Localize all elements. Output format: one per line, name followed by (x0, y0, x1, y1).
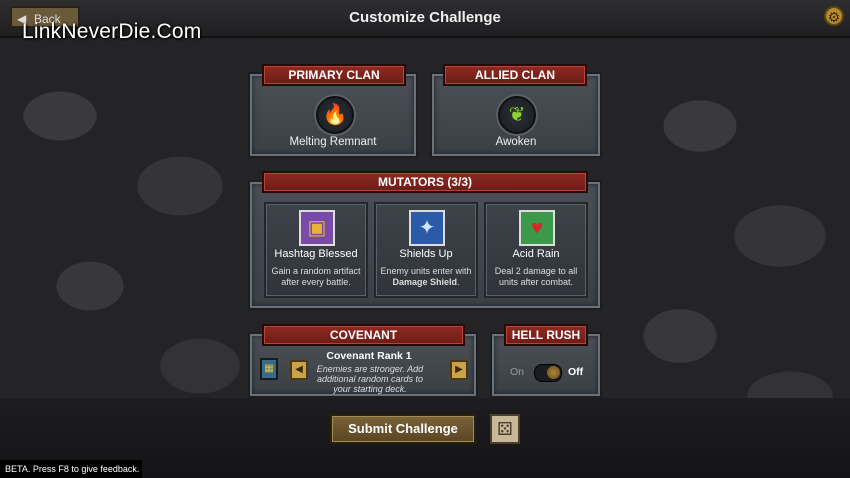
mutator-name: Hashtag Blessed (274, 248, 358, 260)
watermark: LinkNeverDie.Com (22, 20, 202, 43)
hell-rush-off-label: Off (568, 366, 584, 378)
covenant-tablet-icon: ▦ (260, 358, 278, 380)
mutator-desc: Enemy units enter with Damage Shield. (380, 266, 472, 287)
treasure-chest-icon: ▣ (299, 210, 335, 246)
allied-clan-name: Awoken (495, 136, 537, 148)
allied-clan-panel[interactable]: ❦ Awoken (432, 74, 600, 156)
primary-clan-name: Melting Remnant (289, 136, 377, 148)
winged-demon-icon: ✦ (409, 210, 445, 246)
green-sprout-icon: ❦ (498, 96, 536, 134)
mutator-name: Acid Rain (512, 248, 560, 260)
primary-clan-panel[interactable]: 🔥 Melting Remnant (250, 74, 416, 156)
allied-clan-heading: ALLIED CLAN (443, 64, 587, 86)
red-hearts-icon: ♥ (519, 210, 555, 246)
covenant-rank-label: Covenant Rank 1 (326, 350, 412, 362)
gear-icon[interactable]: ⚙ (824, 6, 844, 26)
hell-rush-heading: HELL RUSH (504, 324, 588, 346)
covenant-heading: COVENANT (262, 324, 465, 346)
submit-challenge-button[interactable]: Submit Challenge (330, 414, 476, 444)
mutator-card-hashtag-blessed[interactable]: ▣ Hashtag Blessed Gain a random artifact… (264, 202, 368, 298)
hell-rush-on-label: On (510, 366, 525, 378)
covenant-increase-button[interactable]: ▶ (450, 360, 468, 380)
mutator-desc: Deal 2 damage to all units after combat. (494, 266, 578, 287)
toggle-knob (547, 366, 560, 379)
mutator-card-acid-rain[interactable]: ♥ Acid Rain Deal 2 damage to all units a… (484, 202, 588, 298)
covenant-description: Enemies are stronger. Add additional ran… (316, 364, 424, 394)
mutator-name: Shields Up (399, 248, 453, 260)
dice-icon[interactable]: ⚄ (490, 414, 520, 444)
beta-feedback-note: BETA. Press F8 to give feedback. (0, 460, 142, 478)
mutators-heading: MUTATORS (3/3) (262, 171, 588, 193)
blue-flame-icon: 🔥 (316, 96, 354, 134)
covenant-decrease-button[interactable]: ◀ (290, 360, 308, 380)
mutators-panel: ▣ Hashtag Blessed Gain a random artifact… (250, 182, 600, 308)
mutator-card-shields-up[interactable]: ✦ Shields Up Enemy units enter with Dama… (374, 202, 478, 298)
mutator-desc: Gain a random artifact after every battl… (271, 266, 361, 287)
primary-clan-heading: PRIMARY CLAN (262, 64, 406, 86)
hell-rush-toggle[interactable] (534, 364, 562, 382)
